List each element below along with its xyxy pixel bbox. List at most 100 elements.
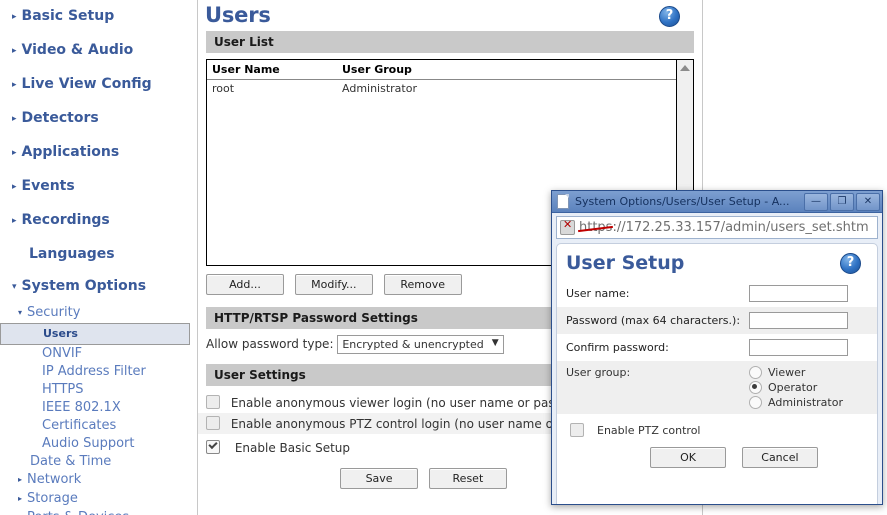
ok-button[interactable]: OK [650, 447, 727, 468]
user-name-input[interactable] [749, 285, 848, 302]
modify-button[interactable]: Modify... [294, 274, 373, 295]
sidebar-item-label: Ports & Devices [27, 510, 129, 515]
chevron-right-icon: ▸ [12, 114, 17, 124]
confirm-password-label: Confirm password: [566, 341, 669, 354]
sidebar-item-label: Users [43, 327, 78, 340]
sidebar-item-applications[interactable]: ▸ Applications [0, 136, 197, 170]
chevron-down-icon: ▼ [491, 338, 499, 348]
chevron-right-icon: ▸ [12, 216, 17, 226]
anonymous-ptz-login-checkbox[interactable] [206, 416, 220, 430]
dialog-title: User Setup [566, 252, 685, 274]
user-name-label: User name: [566, 287, 630, 300]
sidebar-item-ip-address-filter[interactable]: IP Address Filter [0, 363, 197, 381]
sidebar-item-security[interactable]: ▾ Security [0, 304, 197, 323]
sidebar-item-network[interactable]: ▸ Network [0, 471, 197, 490]
user-group-radio-viewer[interactable] [749, 366, 762, 379]
column-header-user-name: User Name [212, 63, 280, 76]
confirm-password-input[interactable] [749, 339, 848, 356]
user-group-radio-administrator[interactable] [749, 396, 762, 409]
dialog-title-row: User Setup ? [557, 244, 877, 280]
sidebar-item-languages[interactable]: Languages [0, 238, 197, 270]
cell-user-name: root [212, 82, 235, 95]
sidebar-item-storage[interactable]: ▸ Storage [0, 490, 197, 509]
minimize-button[interactable]: — [804, 192, 828, 211]
remove-button[interactable]: Remove [383, 274, 462, 295]
sidebar-item-label: ONVIF [42, 346, 83, 361]
password-label: Password (max 64 characters.): [566, 314, 741, 327]
sidebar-item-events[interactable]: ▸ Events [0, 170, 197, 204]
sidebar-item-label: IEEE 802.1X [42, 400, 121, 415]
password-type-label: Allow password type: [206, 337, 334, 351]
sidebar-item-ieee-802-1x[interactable]: IEEE 802.1X [0, 399, 197, 417]
add-button[interactable]: Add... [206, 274, 284, 295]
sidebar-item-basic-setup[interactable]: ▸ Basic Setup [0, 0, 197, 34]
sidebar-item-recordings[interactable]: ▸ Recordings [0, 204, 197, 238]
section-header-user-list: User List [206, 31, 694, 53]
maximize-button[interactable]: ❐ [830, 192, 854, 211]
cancel-button[interactable]: Cancel [741, 447, 818, 468]
enable-basic-setup-checkbox[interactable] [206, 440, 220, 454]
enable-ptz-control-row[interactable]: Enable PTZ control [557, 414, 877, 443]
help-icon[interactable]: ? [659, 6, 680, 27]
password-type-value: Encrypted & unencrypted [342, 338, 484, 351]
sidebar-item-ports-devices[interactable]: ▸ Ports & Devices [0, 509, 197, 515]
reset-button[interactable]: Reset [428, 468, 507, 489]
anonymous-viewer-login-checkbox[interactable] [206, 395, 220, 409]
help-icon[interactable]: ? [840, 252, 861, 274]
sidebar-item-https[interactable]: HTTPS [0, 381, 197, 399]
sidebar-item-label: Security [27, 305, 81, 320]
window-title: System Options/Users/User Setup - A... [575, 195, 790, 208]
sidebar-item-label: Events [21, 178, 75, 194]
sidebar-item-audio-support[interactable]: Audio Support [0, 435, 197, 453]
close-button[interactable]: ✕ [856, 192, 880, 211]
user-group-option-operator: Operator [768, 381, 818, 394]
certificate-error-icon[interactable] [560, 218, 575, 235]
user-group-radio-operator[interactable] [749, 381, 762, 394]
sidebar-item-date-time[interactable]: Date & Time [0, 453, 197, 471]
column-header-user-group: User Group [342, 63, 412, 76]
user-name-row: User name: [557, 280, 877, 307]
sidebar-item-label: Storage [27, 491, 78, 506]
chevron-right-icon: ▸ [18, 475, 23, 484]
sidebar-item-detectors[interactable]: ▸ Detectors [0, 102, 197, 136]
user-list-header: User Name User Group [207, 60, 693, 80]
url-scheme: https [579, 220, 613, 235]
user-setup-dialog: User Setup ? User name: Password (max 64… [556, 243, 878, 504]
save-button[interactable]: Save [340, 468, 419, 489]
user-group-option-viewer: Viewer [768, 366, 806, 379]
user-group-row-viewer[interactable]: User group: Viewer [557, 361, 877, 380]
sidebar-item-certificates[interactable]: Certificates [0, 417, 197, 435]
sidebar-item-live-view-config[interactable]: ▸ Live View Config [0, 68, 197, 102]
user-setup-window[interactable]: System Options/Users/User Setup - A... —… [551, 190, 883, 505]
sidebar-item-video-audio[interactable]: ▸ Video & Audio [0, 34, 197, 68]
password-input[interactable] [749, 312, 848, 329]
chevron-down-icon: ▾ [12, 282, 17, 292]
cell-user-group: Administrator [342, 82, 417, 95]
enable-ptz-control-checkbox[interactable] [570, 423, 584, 437]
sidebar-item-label: Applications [21, 144, 120, 160]
sidebar-item-users[interactable]: Users [0, 323, 190, 345]
sidebar-item-label: Basic Setup [21, 8, 115, 24]
page-title: Users [205, 3, 271, 27]
sidebar-item-onvif[interactable]: ONVIF [0, 345, 197, 363]
sidebar-item-label: IP Address Filter [42, 364, 146, 379]
address-bar[interactable]: https://172.25.33.157/admin/users_set.sh… [552, 213, 882, 242]
sidebar-item-label: Date & Time [30, 454, 112, 469]
axis-setup-page: ▸ Basic Setup ▸ Video & Audio ▸ Live View Con… [0, 0, 887, 515]
password-type-select[interactable]: ▼ Encrypted & unencrypted [337, 335, 504, 354]
chevron-right-icon: ▸ [12, 182, 17, 192]
password-row: Password (max 64 characters.): [557, 307, 877, 334]
sidebar-item-label: Recordings [21, 212, 110, 228]
chevron-right-icon: ▸ [18, 494, 23, 503]
sidebar-item-system-options[interactable]: ▾ System Options [0, 270, 197, 304]
user-group-row-administrator[interactable]: Administrator [557, 395, 877, 410]
window-title-bar[interactable]: System Options/Users/User Setup - A... —… [552, 191, 882, 213]
enable-ptz-control-label: Enable PTZ control [597, 423, 701, 437]
sidebar-selected-wrapper: Users [0, 323, 197, 345]
table-row[interactable]: root Administrator [207, 80, 693, 97]
url-input[interactable]: https://172.25.33.157/admin/users_set.sh… [556, 216, 878, 239]
document-icon [557, 194, 569, 209]
scroll-up-arrow-icon[interactable] [680, 65, 690, 71]
user-group-option-administrator: Administrator [768, 396, 843, 409]
user-group-row-operator[interactable]: Operator [557, 380, 877, 395]
